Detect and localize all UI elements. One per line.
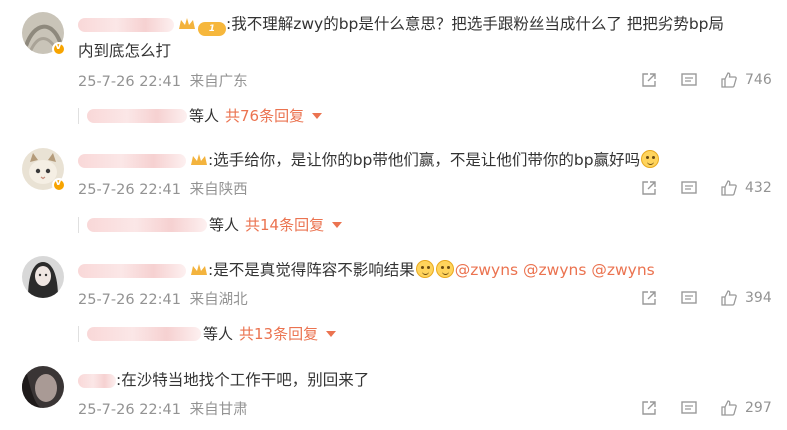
username-blurred[interactable] [78, 373, 116, 388]
comment-meta: 25-7-26 22:41 来自陕西 [78, 178, 248, 199]
reply-users-blurred [87, 217, 207, 232]
vip-badge: 1 [198, 22, 226, 36]
comment-time: 25-7-26 22:41 [78, 182, 181, 198]
username-blurred[interactable] [78, 17, 174, 32]
replies-people: 等人 [189, 107, 220, 125]
comment-actions: 746 [640, 69, 780, 91]
divider [78, 216, 79, 233]
comment-meta: 25-7-26 22:41 来自湖北 [78, 288, 248, 309]
comment-time: 25-7-26 22:41 [78, 74, 181, 90]
like-button[interactable]: 746 [720, 69, 772, 91]
comment-location: 来自甘肃 [189, 402, 248, 418]
reply-button[interactable] [680, 397, 698, 419]
comment-item: 1:我不理解zwy的bp是什么意思？把选手跟粉丝当成什么了 把把劣势bp局 内到… [0, 0, 787, 138]
replies-people: 等人 [203, 325, 234, 343]
comment-text: :是不是真觉得阵容不影响结果 @zwyns @zwyns @zwyns [78, 259, 655, 281]
share-icon [642, 401, 656, 415]
comment-text: 1:我不理解zwy的bp是什么意思？把选手跟粉丝当成什么了 把把劣势bp局 [78, 13, 724, 36]
replies-toggle[interactable]: 等人 共13条回复 [78, 323, 337, 344]
like-button[interactable]: 432 [720, 177, 772, 199]
comment-meta: 25-7-26 22:41 来自广东 [78, 70, 248, 91]
divider [78, 325, 79, 342]
like-count: 394 [745, 290, 772, 306]
like-button[interactable]: 297 [720, 397, 772, 419]
share-icon [642, 291, 656, 305]
replies-toggle[interactable]: 等人 共76条回复 [78, 105, 323, 126]
comment-icon [681, 291, 697, 304]
comment-item: :在沙特当地找个工作干吧，别回来了 25-7-26 22:41 来自甘肃 297 [0, 358, 787, 430]
like-count: 297 [745, 400, 772, 416]
comment-text-continued: 内到底怎么打 [78, 42, 172, 60]
avatar-image [22, 256, 64, 298]
replies-toggle[interactable]: 等人 共14条回复 [78, 214, 343, 235]
replies-count[interactable]: 共13条回复 [239, 323, 318, 344]
comment-location: 来自陕西 [189, 182, 248, 198]
replies-count[interactable]: 共76条回复 [225, 105, 304, 126]
share-button[interactable] [640, 69, 658, 91]
reply-button[interactable] [680, 69, 698, 91]
like-icon [721, 72, 737, 88]
comment-actions: 432 [640, 177, 780, 199]
avatar-image [22, 366, 64, 408]
comment-meta: 25-7-26 22:41 来自甘肃 [78, 398, 248, 419]
like-count: 432 [745, 180, 772, 196]
reply-button[interactable] [680, 177, 698, 199]
replies-people: 等人 [209, 216, 240, 234]
reply-users-blurred [87, 326, 201, 341]
chevron-down-icon [312, 112, 323, 119]
comment-location: 来自广东 [189, 74, 248, 90]
verified-badge-icon [52, 41, 66, 56]
like-icon [721, 180, 737, 196]
share-icon [642, 73, 656, 87]
share-icon [642, 181, 656, 195]
comment-actions: 394 [640, 287, 780, 309]
share-button[interactable] [640, 397, 658, 419]
like-icon [721, 400, 737, 416]
username-blurred[interactable] [78, 153, 186, 168]
replies-count[interactable]: 共14条回复 [245, 214, 324, 235]
avatar[interactable] [22, 366, 64, 408]
reply-button[interactable] [680, 287, 698, 309]
comment-icon [681, 401, 697, 414]
smile-emoji-icon [641, 150, 660, 168]
comment-text: :选手给你，是让你的bp带他们赢，不是让他们带你的bp赢好吗 [78, 149, 660, 171]
smile-emoji-icon [435, 260, 454, 278]
divider [78, 107, 79, 124]
mentions-link[interactable]: @zwyns @zwyns @zwyns [455, 261, 655, 279]
like-icon [721, 290, 737, 306]
crown-icon [179, 18, 195, 29]
comment-item: :是不是真觉得阵容不影响结果 @zwyns @zwyns @zwyns 25-7-… [0, 250, 787, 358]
comment-actions: 297 [640, 397, 780, 419]
share-button[interactable] [640, 177, 658, 199]
comment-icon [681, 73, 697, 86]
comment-location: 来自湖北 [189, 292, 248, 308]
crown-icon [191, 154, 207, 165]
chevron-down-icon [332, 221, 343, 228]
comment-time: 25-7-26 22:41 [78, 402, 181, 418]
share-button[interactable] [640, 287, 658, 309]
chevron-down-icon [326, 330, 337, 337]
like-count: 746 [745, 72, 772, 88]
comment-text: :在沙特当地找个工作干吧，别回来了 [78, 369, 369, 391]
comment-item: :选手给你，是让你的bp带他们赢，不是让他们带你的bp赢好吗 25-7-26 2… [0, 138, 787, 250]
comment-icon [681, 181, 697, 194]
username-blurred[interactable] [78, 263, 186, 278]
reply-users-blurred [87, 108, 187, 123]
verified-badge-icon [52, 177, 66, 192]
like-button[interactable]: 394 [720, 287, 772, 309]
surprised-emoji-icon [415, 260, 434, 278]
crown-icon [191, 264, 207, 275]
avatar[interactable] [22, 256, 64, 298]
comment-time: 25-7-26 22:41 [78, 292, 181, 308]
